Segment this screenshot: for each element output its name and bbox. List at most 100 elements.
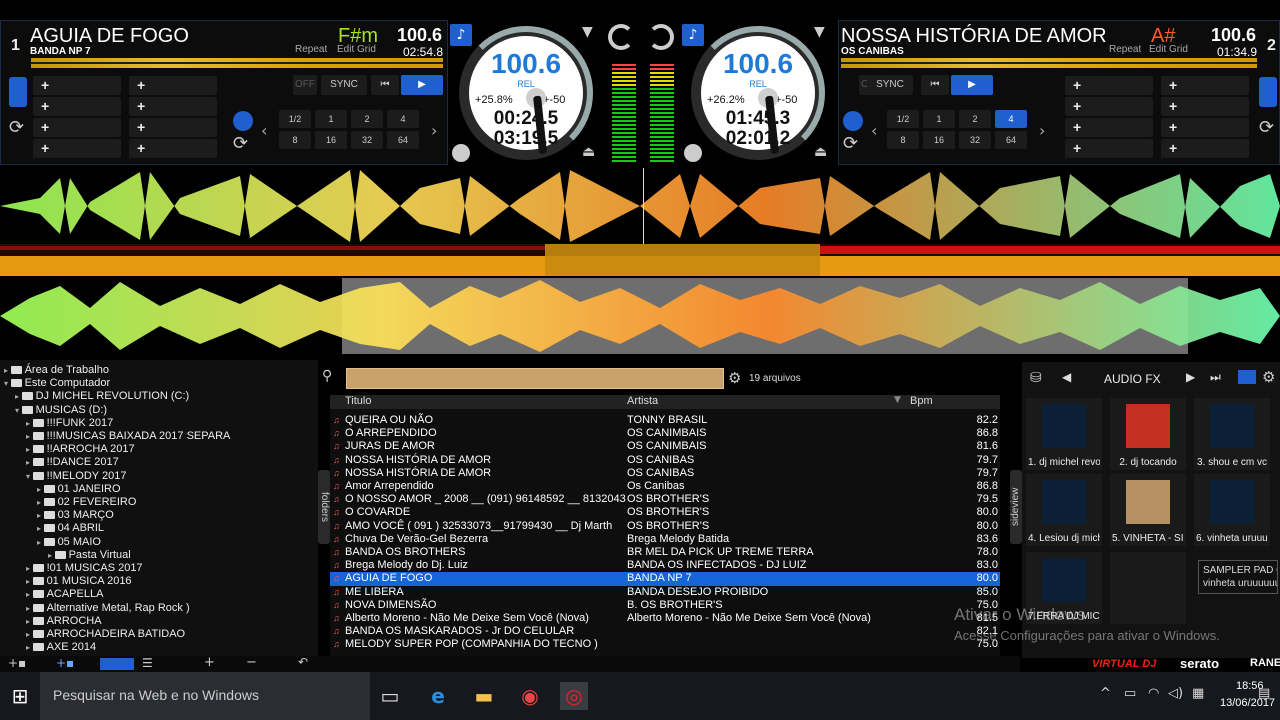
loop-size-button[interactable]: 8	[279, 131, 311, 149]
table-row[interactable]: ♫ O COVARDE OS BROTHER'S 80.0	[330, 506, 1000, 519]
expand-arrow-icon[interactable]: ▾	[4, 379, 11, 388]
tree-item[interactable]: ▸ 02 FEVEREIRO	[37, 496, 136, 509]
expand-arrow-icon[interactable]: ▸	[26, 564, 33, 573]
hotcue-pad[interactable]: +	[33, 76, 121, 95]
task-view-icon[interactable]: ▭	[376, 682, 404, 710]
hotcue-pad[interactable]: +	[1161, 76, 1249, 95]
tray-expand-icon[interactable]: ^	[1100, 686, 1111, 701]
play-button[interactable]: ▶	[951, 75, 993, 95]
undo-icon[interactable]: ↶	[298, 655, 308, 669]
refresh-icon[interactable]: ⟳	[9, 117, 24, 138]
expand-arrow-icon[interactable]: ▸	[26, 630, 33, 639]
loop-prev-icon[interactable]: ‹	[261, 121, 267, 140]
filter-knob-icon[interactable]	[648, 24, 674, 50]
table-row[interactable]: ♫ AMO VOCÊ ( 091 ) 32533073__91799430 __ …	[330, 520, 1000, 533]
deck-side-button[interactable]	[1259, 77, 1277, 107]
expand-arrow-icon[interactable]: ▸	[37, 485, 44, 494]
pitch-icon[interactable]	[452, 144, 470, 162]
loop-icon[interactable]	[233, 111, 253, 131]
hotcue-pad[interactable]: +	[129, 76, 217, 95]
expand-arrow-icon[interactable]: ▸	[26, 458, 33, 467]
loop-size-button[interactable]: 4	[387, 110, 419, 128]
sampler-title[interactable]: AUDIO FX	[1104, 372, 1161, 386]
dropdown-icon[interactable]: ▼	[582, 24, 593, 40]
tree-item[interactable]: ▸ AXE 2014	[26, 641, 96, 654]
edit-grid-button[interactable]: Edit Grid	[337, 44, 376, 55]
expand-arrow-icon[interactable]: ▸	[48, 551, 55, 560]
table-row[interactable]: ♫ O ARREPENDIDO OS CANIMBAIS 86.8	[330, 427, 1000, 440]
eject-icon[interactable]: ⏏	[582, 144, 595, 160]
sampler-pad[interactable]: 5. VINHETA - SIRE...	[1110, 474, 1186, 546]
battery-icon[interactable]: ▭	[1124, 686, 1136, 701]
add-filter-icon[interactable]: +▪	[56, 656, 74, 670]
loop-size-button[interactable]: 1	[315, 110, 347, 128]
tree-item[interactable]: ▸ 04 ABRIL	[37, 522, 104, 535]
tree-item[interactable]: ▸ !!DANCE 2017	[26, 456, 119, 469]
sampler-pad[interactable]: 1. dj michel revolut...	[1026, 398, 1102, 470]
column-artist[interactable]: Artista	[627, 395, 658, 407]
loop-size-button[interactable]: 4	[995, 110, 1027, 128]
music-note-icon[interactable]: ♪	[450, 24, 472, 46]
cue-button[interactable]: ⏮	[921, 75, 949, 95]
hotcue-pad[interactable]: +	[1161, 139, 1249, 158]
tree-item[interactable]: ▸ 05 MAIO	[37, 536, 101, 549]
zoom-in-icon[interactable]: +	[204, 655, 215, 670]
track-overview[interactable]	[31, 58, 443, 68]
repeat-button[interactable]: Repeat	[1109, 44, 1141, 55]
grid-view-icon[interactable]	[1238, 370, 1256, 384]
tree-item[interactable]: ▸ !!ARROCHA 2017	[26, 443, 135, 456]
tree-item[interactable]: ▸ !!!FUNK 2017	[26, 417, 113, 430]
table-row[interactable]: ♫ Amor Arrependido Os Canibas 86.8	[330, 480, 1000, 493]
expand-arrow-icon[interactable]: ▸	[26, 643, 33, 652]
sampler-pad[interactable]: 2. dj tocando	[1110, 398, 1186, 470]
loop-size-button[interactable]: 32	[351, 131, 383, 149]
loop-icon[interactable]	[843, 111, 863, 131]
reloop-icon[interactable]: ⟳	[233, 133, 248, 154]
loop-size-button[interactable]: 64	[387, 131, 419, 149]
zoom-out-icon[interactable]: −	[246, 655, 257, 670]
waveform-deck-right[interactable]	[0, 278, 1280, 354]
play-button[interactable]: ▶	[401, 75, 443, 95]
tree-item[interactable]: ▸ Alternative Metal, Rap Rock )	[26, 602, 190, 615]
windows-start-icon[interactable]: ⊞	[6, 682, 34, 710]
expand-arrow-icon[interactable]: ▸	[26, 604, 33, 613]
loop-next-icon[interactable]: ›	[431, 121, 437, 140]
table-row[interactable]: ♫ JURAS DE AMOR OS CANIMBAIS 81.6	[330, 440, 1000, 453]
add-folder-icon[interactable]: +▪	[8, 656, 26, 670]
dropdown-icon[interactable]: ▼	[814, 24, 825, 40]
sideview-tab[interactable]: sideview	[1010, 470, 1022, 544]
tree-item[interactable]: ▸ ARROCHADEIRA BATIDAO	[26, 628, 185, 641]
expand-arrow-icon[interactable]: ▸	[26, 577, 33, 586]
expand-arrow-icon[interactable]: ▸	[37, 524, 44, 533]
hotcue-pad[interactable]: +	[1161, 118, 1249, 137]
table-row[interactable]: ♫ MELODY SUPER POP (COMPANHIA DO TECNO ) 7…	[330, 638, 1000, 651]
refresh-icon[interactable]: ⟳	[1259, 117, 1274, 138]
tree-item[interactable]: ▾ MUSICAS (D:)	[15, 404, 107, 417]
expand-arrow-icon[interactable]: ▸	[37, 511, 44, 520]
repeat-button[interactable]: Repeat	[295, 44, 327, 55]
hotcue-pad[interactable]: +	[1065, 97, 1153, 116]
hotcue-pad[interactable]: +	[1065, 76, 1153, 95]
table-row[interactable]: ♫ ME LIBERA BANDA DESEJO PROIBIDO 85.0	[330, 586, 1000, 599]
keyboard-icon[interactable]: ▦	[1192, 686, 1204, 701]
loop-size-button[interactable]: 8	[887, 131, 919, 149]
loop-size-button[interactable]: 1/2	[887, 110, 919, 128]
tree-item[interactable]: ▸ 03 MARÇO	[37, 509, 114, 522]
sampler-pad[interactable]: 3. shou e cm vc	[1194, 398, 1270, 470]
tree-item[interactable]: ▸ DJ MICHEL REVOLUTION (C:)	[15, 390, 189, 403]
cue-button[interactable]: ⏮	[371, 75, 399, 95]
view-list-icon[interactable]	[100, 658, 134, 670]
expand-arrow-icon[interactable]: ▸	[15, 392, 22, 401]
deck-side-button[interactable]	[9, 77, 27, 107]
tree-item[interactable]: ▸ ACAPELLA	[26, 588, 103, 601]
tree-item[interactable]: ▸ Área de Trabalho	[4, 364, 109, 377]
hotcue-pad[interactable]: +	[1065, 118, 1153, 137]
loop-size-button[interactable]: 16	[923, 131, 955, 149]
hotcue-pad[interactable]: +	[1161, 97, 1249, 116]
table-row[interactable]: ♫ NOSSA HISTÓRIA DE AMOR OS CANIBAS 79.7	[330, 454, 1000, 467]
loop-size-button[interactable]: 16	[315, 131, 347, 149]
sampler-pad[interactable]	[1110, 552, 1186, 624]
gear-icon[interactable]: ⚙	[1262, 368, 1275, 386]
tree-item[interactable]: ▾ !!MELODY 2017	[26, 470, 126, 483]
loop-next-icon[interactable]: ›	[1039, 121, 1045, 140]
